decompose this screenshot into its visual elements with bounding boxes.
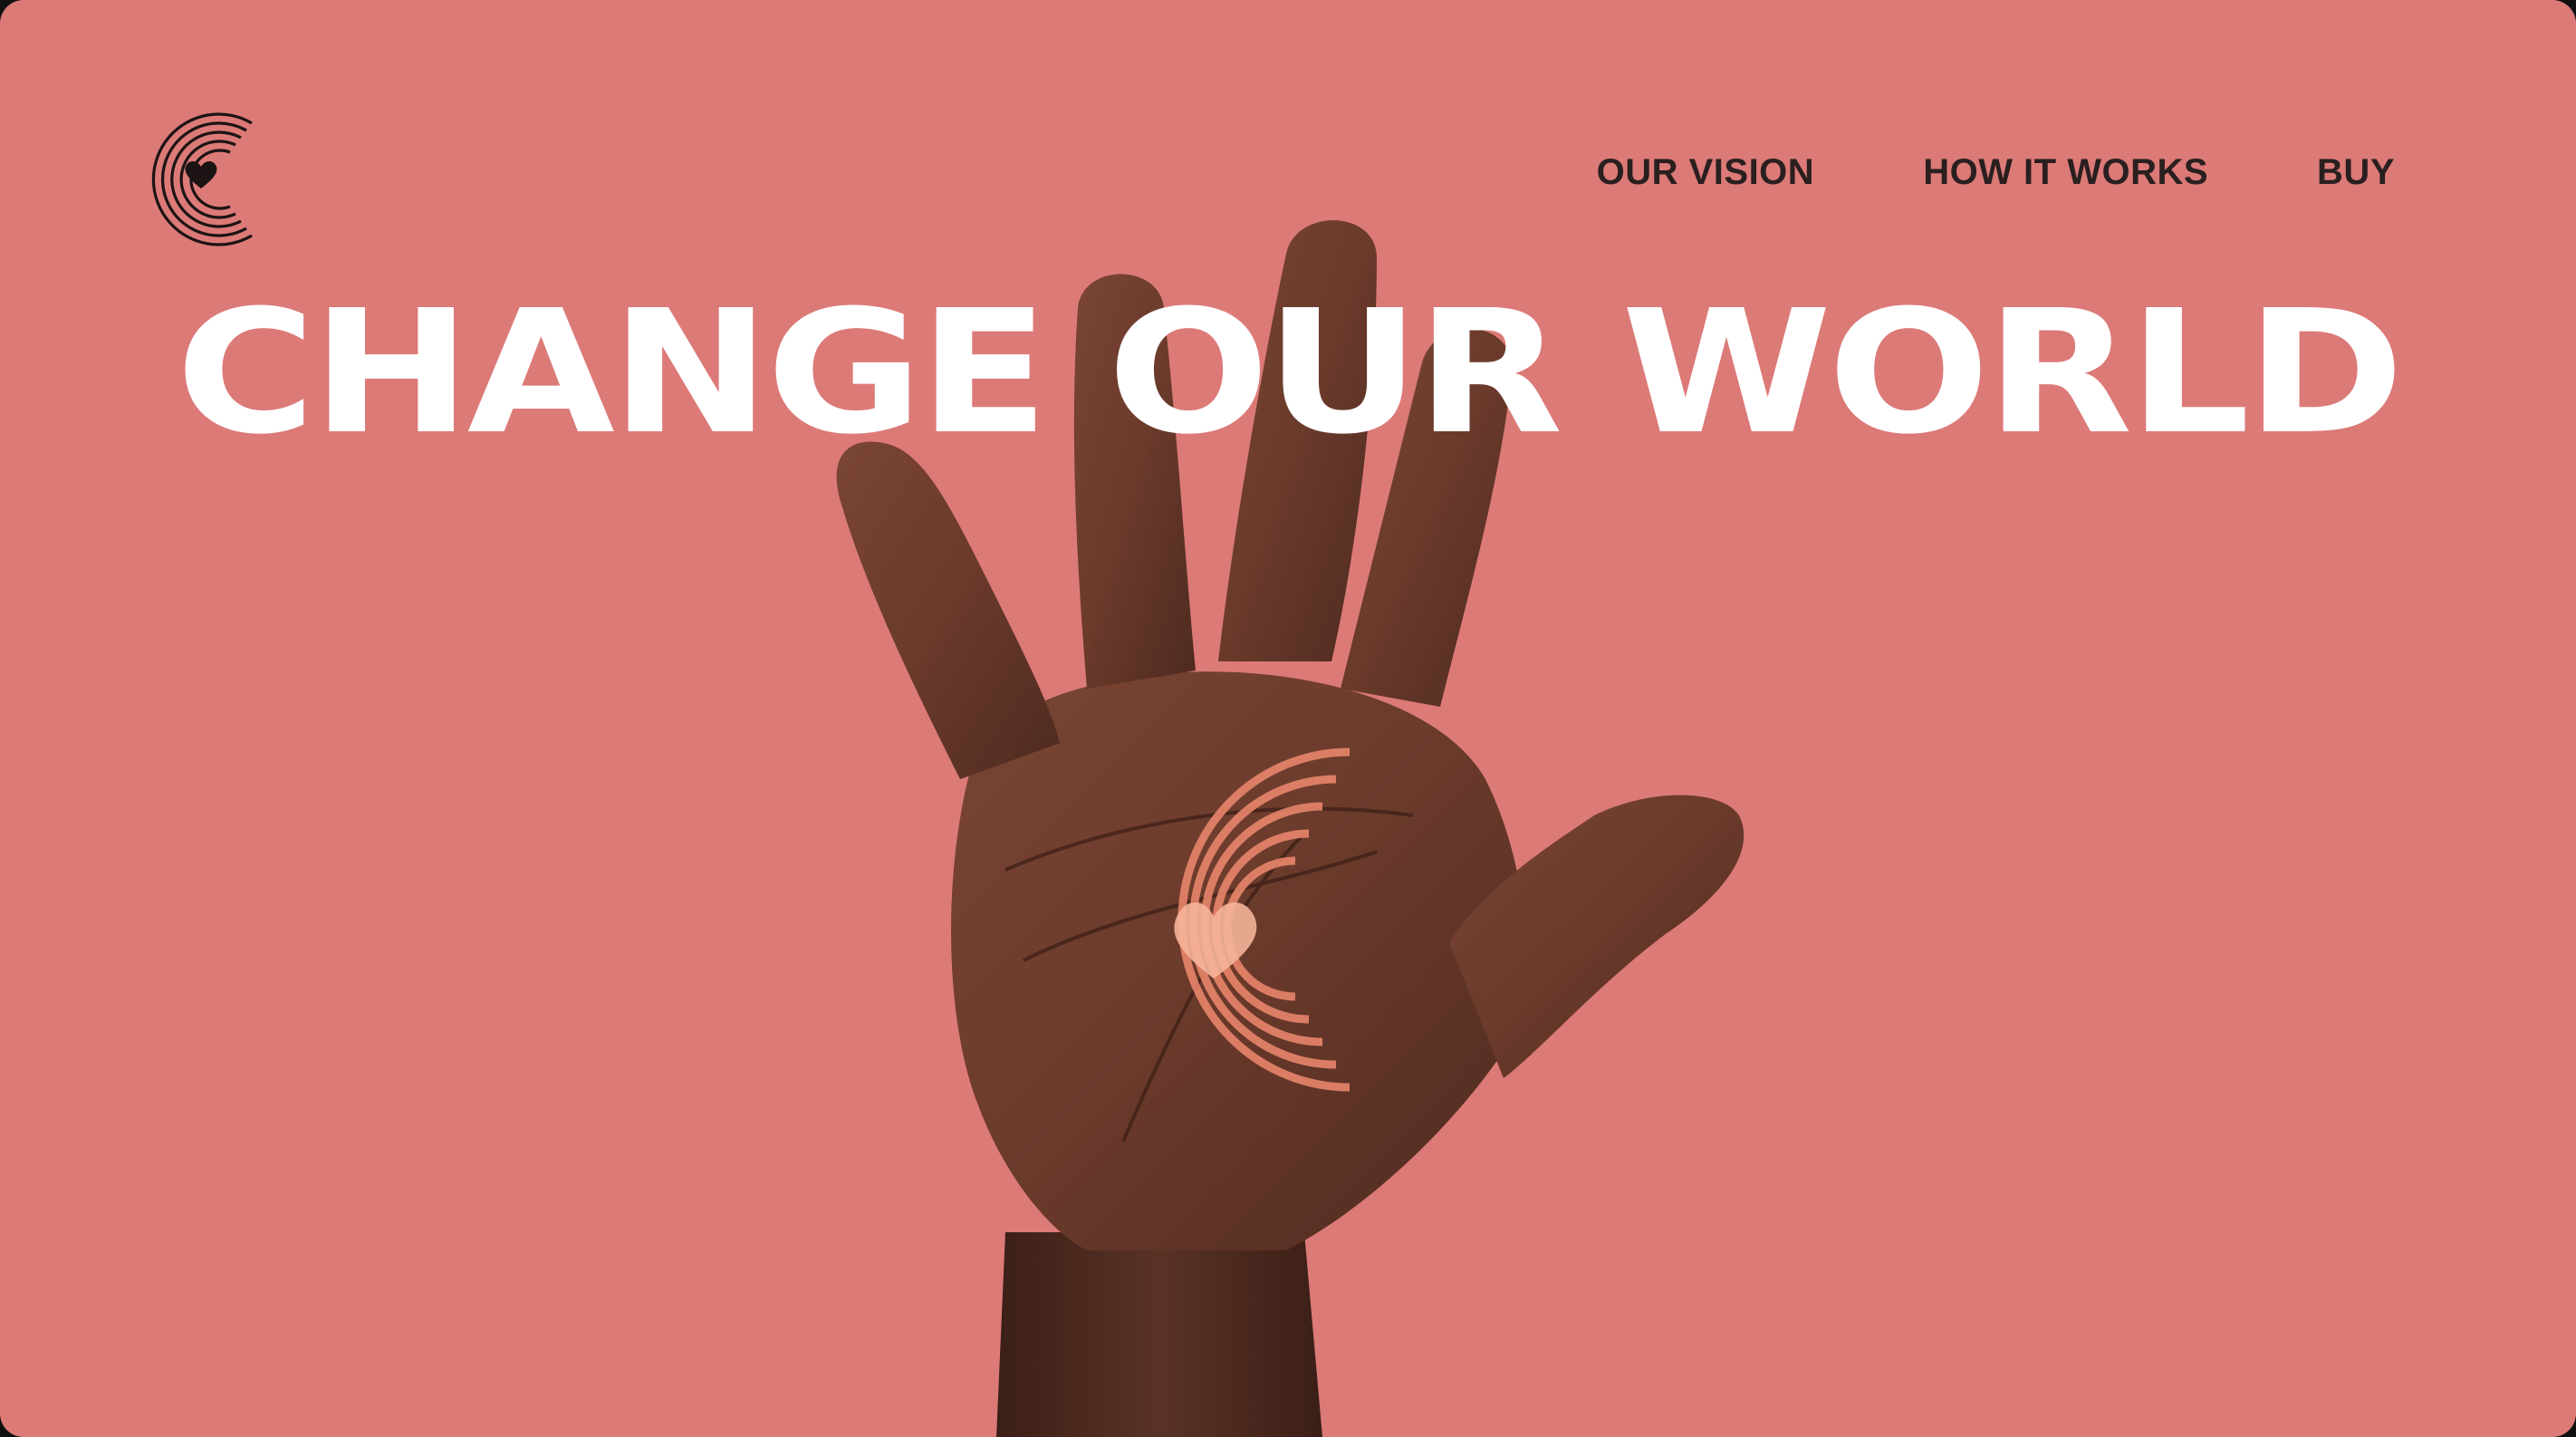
- hero-hand-image: [836, 220, 1745, 1437]
- hero-headline: CHANGE OUR WORLD: [176, 274, 2404, 472]
- landing-page: OUR VISION HOW IT WORKS BUY CHANGE OUR W…: [0, 0, 2576, 1437]
